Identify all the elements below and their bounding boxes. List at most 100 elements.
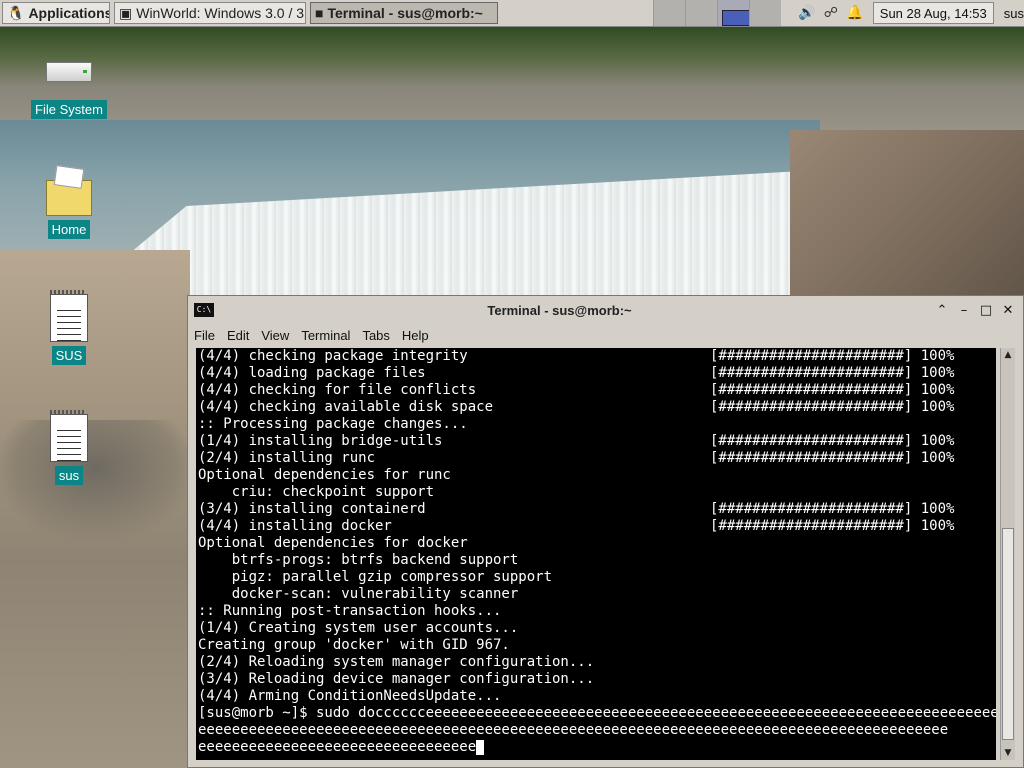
scroll-up-icon[interactable]: ▲ <box>1001 348 1015 362</box>
terminal-window[interactable]: C:\ Terminal - sus@morb:~ ⌃ – □ ✕ File Ed… <box>187 295 1024 768</box>
terminal-cursor <box>476 740 484 755</box>
terminal-line: criu: checkpoint support <box>196 484 996 501</box>
window-icon: ▣ <box>119 4 133 21</box>
menu-item-tabs[interactable]: Tabs <box>362 328 389 343</box>
terminal-line-text: docker-scan: vulnerability scanner <box>198 586 519 602</box>
terminal-line-text: (3/4) Reloading device manager configura… <box>198 671 595 687</box>
workspace-window-preview <box>721 10 750 26</box>
terminal-output[interactable]: (4/4) checking package integrity [#######… <box>196 348 996 760</box>
progress-bar-text: [######################] 100% <box>710 382 955 398</box>
terminal-line: Creating group 'docker' with GID 967. <box>196 637 996 654</box>
scroll-down-icon[interactable]: ▼ <box>1001 746 1015 760</box>
terminal-line-text: (2/4) Reloading system manager configura… <box>198 654 595 670</box>
terminal-line: [sus@morb ~]$ sudo docccccceeeeeeeeeeeee… <box>196 705 996 722</box>
desktop-icon-label: File System <box>31 100 107 119</box>
workspace-2[interactable] <box>684 0 717 26</box>
terminal-line-text: (4/4) checking package integrity <box>198 348 468 364</box>
wallpaper-rock <box>790 130 1024 310</box>
terminal-line: docker-scan: vulnerability scanner <box>196 586 996 603</box>
desktop-icon-label: Home <box>47 220 91 239</box>
desktop-icon-sus-upper[interactable]: SUS <box>29 290 109 365</box>
terminal-line-text: (3/4) installing containerd <box>198 501 426 517</box>
terminal-line-text: (4/4) installing docker <box>198 518 392 534</box>
desktop-icon-home[interactable]: Home <box>29 180 109 239</box>
taskbar-item-terminal[interactable]: ■ Terminal - sus@morb:~ <box>310 2 498 24</box>
taskbar-item-label: WinWorld: Windows 3.0 / 3.... <box>136 5 306 21</box>
scrollbar[interactable]: ▲ ▼ <box>1000 348 1015 760</box>
terminal-line-text: (4/4) checking available disk space <box>198 399 494 415</box>
terminal-line: (1/4) installing bridge-utils [##########… <box>196 433 996 450</box>
terminal-line: Optional dependencies for docker <box>196 535 996 552</box>
progress-bar-text: [######################] 100% <box>710 348 955 364</box>
menu-item-terminal[interactable]: Terminal <box>301 328 350 343</box>
desktop-icon-sus-lower[interactable]: sus <box>29 410 109 485</box>
terminal-line-text: criu: checkpoint support <box>198 484 435 500</box>
network-icon[interactable]: ☍ <box>819 5 843 21</box>
terminal-line: (4/4) checking available disk space [####… <box>196 399 996 416</box>
workspace-3[interactable] <box>716 0 750 26</box>
terminal-line: (3/4) Reloading device manager configura… <box>196 671 996 688</box>
close-icon[interactable]: ✕ <box>997 303 1019 318</box>
terminal-line-text: (4/4) loading package files <box>198 365 426 381</box>
document-icon <box>50 410 88 462</box>
terminal-line-text: :: Running post-transaction hooks... <box>198 603 502 619</box>
terminal-line-text: Optional dependencies for runc <box>198 467 451 483</box>
user-name[interactable]: sus <box>1004 6 1024 21</box>
menu-item-edit[interactable]: Edit <box>227 328 249 343</box>
desktop-icon-label: SUS <box>51 346 87 365</box>
document-icon <box>50 290 88 342</box>
taskbar-item-winworld[interactable]: ▣ WinWorld: Windows 3.0 / 3.... <box>114 2 306 24</box>
workspace-4[interactable] <box>748 0 781 26</box>
terminal-line-text: eeeeeeeeeeeeeeeeeeeeeeeeeeeeeeeeeeeeeeee… <box>198 722 949 738</box>
terminal-line-text: (1/4) installing bridge-utils <box>198 433 443 449</box>
top-panel: 🐧 Applications ▣ WinWorld: Windows 3.0 /… <box>0 0 1024 27</box>
progress-bar-text: [######################] 100% <box>710 433 955 449</box>
terminal-line-text: Creating group 'docker' with GID 967. <box>198 637 510 653</box>
terminal-line: :: Processing package changes... <box>196 416 996 433</box>
maximize-icon[interactable]: □ <box>975 303 997 318</box>
text-cursor-icon: I <box>552 566 563 587</box>
menu-item-view[interactable]: View <box>261 328 289 343</box>
terminal-line: (1/4) Creating system user accounts... <box>196 620 996 637</box>
shade-icon[interactable]: ⌃ <box>931 303 953 318</box>
menu-item-file[interactable]: File <box>194 328 215 343</box>
progress-bar-text: [######################] 100% <box>710 518 955 534</box>
progress-bar-text: [######################] 100% <box>710 365 955 381</box>
taskbar-item-label: Terminal - sus@morb:~ <box>327 5 483 21</box>
desktop-icon-file-system[interactable]: File System <box>29 62 109 119</box>
terminal-app-icon[interactable]: C:\ <box>194 303 214 317</box>
terminal-line-text: pigz: parallel gzip compressor support <box>198 569 553 585</box>
terminal-line: Optional dependencies for runc <box>196 467 996 484</box>
terminal-line: eeeeeeeeeeeeeeeeeeeeeeeeeeeeeeeeeeeeeeee… <box>196 722 996 739</box>
menu-bar: File Edit View Terminal Tabs Help <box>188 324 1023 346</box>
terminal-line: (4/4) installing docker [################… <box>196 518 996 535</box>
terminal-line-text: eeeeeeeeeeeeeeeeeeeeeeeeeeeeeeeee <box>198 739 477 755</box>
minimize-icon[interactable]: – <box>953 303 975 318</box>
terminal-line: (3/4) installing containerd [############… <box>196 501 996 518</box>
terminal-icon: ■ <box>315 5 324 21</box>
scrollbar-thumb[interactable] <box>1002 528 1014 740</box>
terminal-line: (4/4) loading package files [############… <box>196 365 996 382</box>
window-titlebar[interactable]: C:\ Terminal - sus@morb:~ ⌃ – □ ✕ <box>188 296 1023 324</box>
progress-bar-text: [######################] 100% <box>710 399 955 415</box>
terminal-line: btrfs-progs: btrfs backend support <box>196 552 996 569</box>
terminal-line-text: btrfs-progs: btrfs backend support <box>198 552 519 568</box>
terminal-line-text: (2/4) installing runc <box>198 450 376 466</box>
terminal-line: (2/4) installing runc [##################… <box>196 450 996 467</box>
volume-icon[interactable]: 🔊 <box>795 5 819 21</box>
folder-icon <box>46 180 92 216</box>
terminal-line-text: [sus@morb ~]$ sudo docccccceeeeeeeeeeeee… <box>198 705 996 721</box>
terminal-line-text: (1/4) Creating system user accounts... <box>198 620 519 636</box>
notification-bell-icon[interactable]: 🔔 <box>843 5 867 21</box>
applications-menu-button[interactable]: 🐧 Applications <box>2 2 110 24</box>
menu-item-help[interactable]: Help <box>402 328 429 343</box>
clock[interactable]: Sun 28 Aug, 14:53 <box>872 2 994 24</box>
drive-icon <box>46 62 92 82</box>
progress-bar-text: [######################] 100% <box>710 501 955 517</box>
terminal-line: (2/4) Reloading system manager configura… <box>196 654 996 671</box>
terminal-line: (4/4) checking for file conflicts [######… <box>196 382 996 399</box>
applications-label: Applications <box>28 5 110 21</box>
terminal-line: pigz: parallel gzip compressor support <box>196 569 996 586</box>
workspace-1[interactable] <box>652 0 685 26</box>
terminal-line: (4/4) Arming ConditionNeedsUpdate... <box>196 688 996 705</box>
